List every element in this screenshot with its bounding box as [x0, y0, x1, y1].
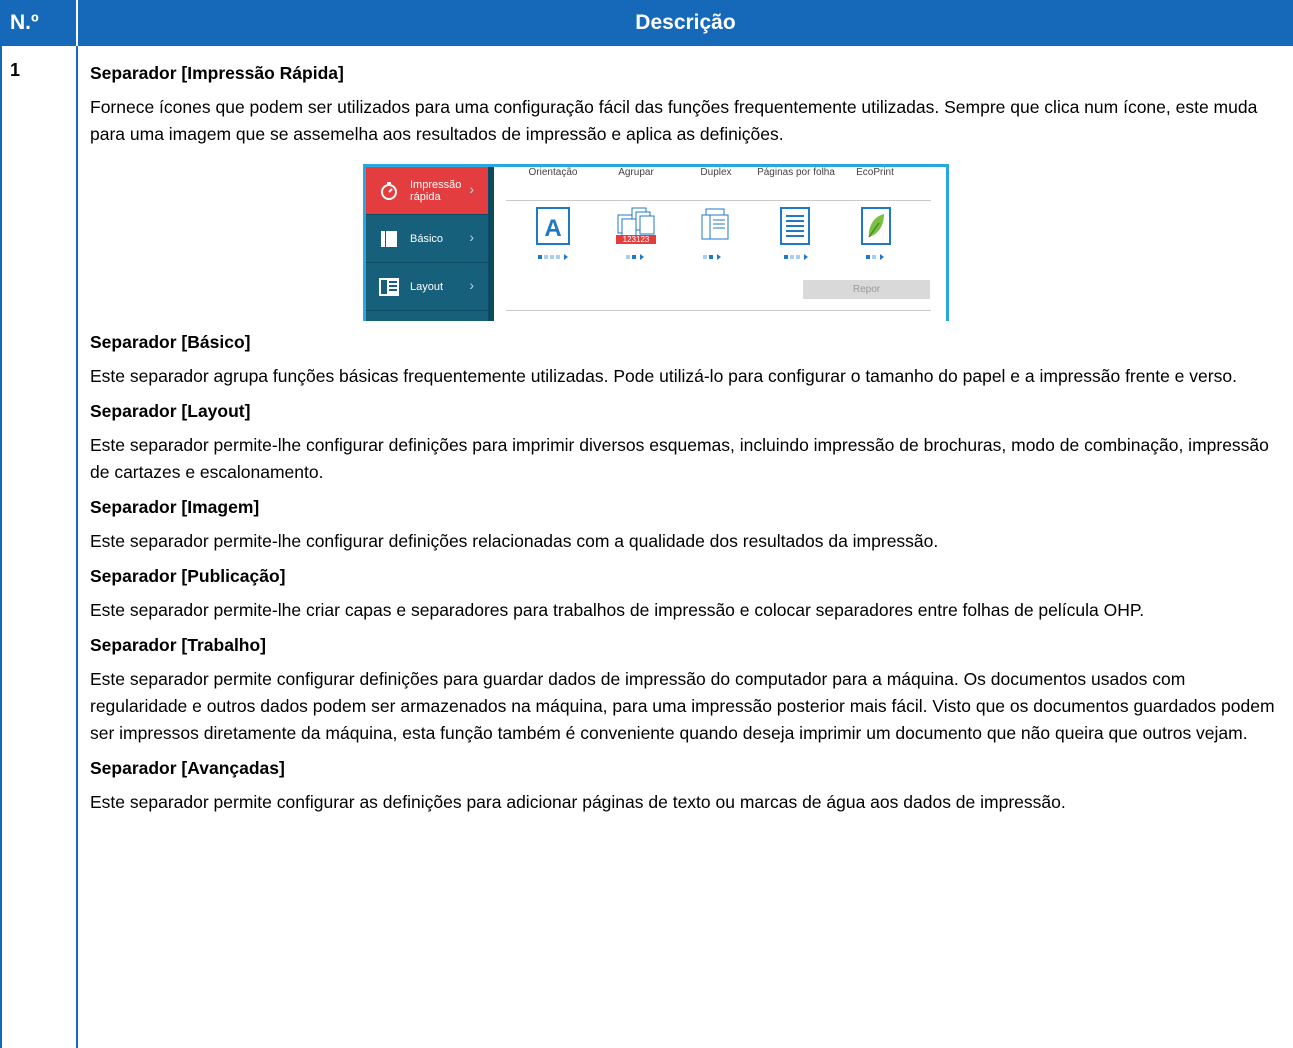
pages-per-sheet-icon[interactable] — [778, 207, 812, 245]
sidebar-item-label: Básico — [410, 232, 444, 245]
driver-screenshot: Impressão rápida › Básico › Layout › Ori… — [363, 164, 949, 321]
duplex-pages-icon[interactable] — [698, 207, 732, 245]
option-pages-per-sheet-label: Páginas por folha — [757, 167, 835, 178]
chevron-right-icon: › — [469, 181, 474, 197]
option-indicator — [538, 254, 568, 260]
eco-leaf-icon[interactable] — [859, 207, 893, 245]
section-advanced: Separador [Avançadas] Este separador per… — [90, 757, 1285, 816]
option-indicator — [866, 254, 884, 260]
book-icon — [378, 228, 400, 250]
description-table: N.º Descrição 1 Separador [Impressão Ráp… — [0, 0, 1293, 1048]
header-description: Descrição — [78, 0, 1293, 46]
option-indicator — [703, 254, 721, 260]
sidebar-item-quick-print[interactable]: Impressão rápida › — [366, 167, 488, 215]
section-publishing: Separador [Publicação] Este separador pe… — [90, 565, 1285, 624]
sidebar-item-layout[interactable]: Layout › — [366, 263, 488, 311]
table-column-divider — [76, 46, 78, 1048]
section-layout: Separador [Layout] Este separador permit… — [90, 400, 1285, 486]
sidebar-item-label: Impressão rápida — [410, 178, 462, 203]
row-content: Separador [Impressão Rápida] Fornece íco… — [90, 62, 1285, 826]
section-body: Este separador agrupa funções básicas fr… — [90, 366, 1237, 386]
section-image: Separador [Imagem] Este separador permit… — [90, 496, 1285, 555]
screenshot-sidebar: Impressão rápida › Básico › Layout › — [366, 167, 488, 321]
section-title: Separador [Layout] — [90, 401, 251, 421]
section-body: Este separador permite configurar defini… — [90, 669, 1275, 743]
sidebar-item-label: Layout — [410, 280, 444, 293]
section-body: Este separador permite-lhe configurar de… — [90, 435, 1269, 482]
header-number: N.º — [0, 0, 76, 46]
letter-a-icon[interactable]: A — [536, 207, 570, 245]
section-title: Separador [Imagem] — [90, 497, 260, 517]
collate-pages-icon[interactable]: 123123 — [616, 207, 658, 245]
row-number: 1 — [10, 60, 21, 80]
option-ecoprint-label: EcoPrint — [856, 167, 894, 178]
section-title: Separador [Impressão Rápida] — [90, 63, 344, 83]
sidebar-item-basic[interactable]: Básico › — [366, 215, 488, 263]
chevron-right-icon: › — [469, 229, 474, 245]
option-orientation-label: Orientação — [528, 167, 578, 178]
collate-text: 123123 — [623, 235, 650, 244]
section-title: Separador [Avançadas] — [90, 758, 285, 778]
stopwatch-icon — [378, 180, 400, 202]
svg-text:A: A — [544, 215, 561, 242]
section-job: Separador [Trabalho] Este separador perm… — [90, 634, 1285, 747]
option-indicator — [626, 254, 644, 260]
option-collate-label: Agrupar — [618, 167, 654, 178]
section-title: Separador [Básico] — [90, 332, 251, 352]
options-divider — [506, 200, 931, 201]
section-body: Este separador permite-lhe configurar de… — [90, 531, 939, 551]
section-basic: Separador [Básico] Este separador agrupa… — [90, 331, 1285, 390]
section-quick-print: Separador [Impressão Rápida] Fornece íco… — [90, 62, 1285, 148]
options-bottom-divider — [506, 310, 931, 311]
section-title: Separador [Publicação] — [90, 566, 286, 586]
chevron-right-icon: › — [469, 277, 474, 293]
layout-grid-icon — [378, 276, 400, 298]
option-duplex-label: Duplex — [700, 167, 732, 178]
section-title: Separador [Trabalho] — [90, 635, 267, 655]
table-border-left — [0, 46, 2, 1048]
section-body: Este separador permite configurar as def… — [90, 792, 1066, 812]
sidebar-edge — [488, 167, 494, 321]
section-body: Fornece ícones que podem ser utilizados … — [90, 97, 1258, 144]
option-indicator — [784, 254, 808, 260]
section-body: Este separador permite-lhe criar capas e… — [90, 600, 1145, 620]
reset-button[interactable]: Repor — [803, 280, 930, 299]
